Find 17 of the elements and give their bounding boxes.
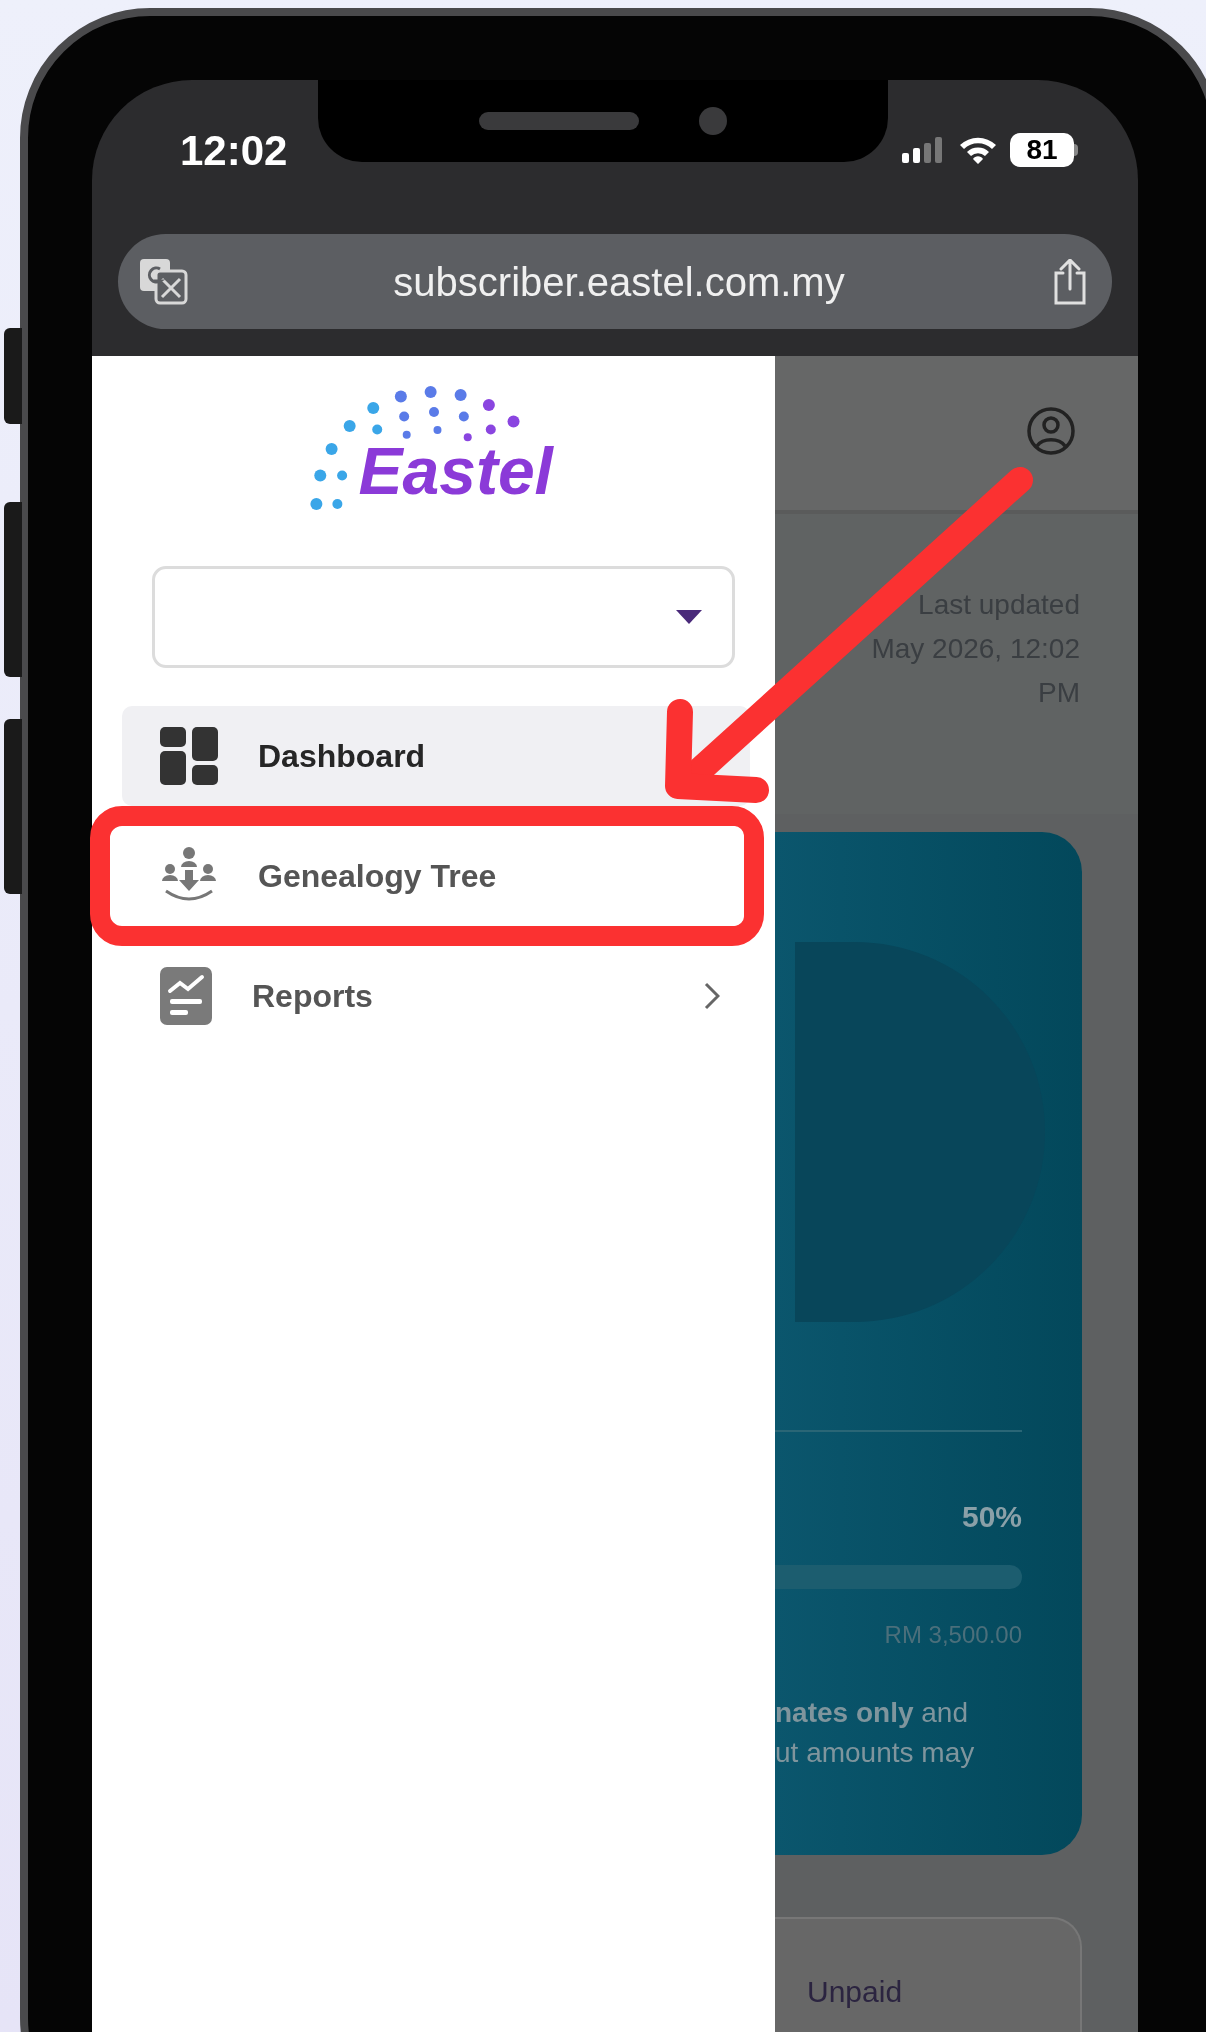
wifi-icon xyxy=(958,135,998,165)
menu-item[interactable]: Dashboard xyxy=(122,706,750,806)
profile-icon[interactable] xyxy=(1026,406,1076,456)
disclaimer-text: ut amounts may xyxy=(775,1736,975,1770)
report-chart-icon xyxy=(160,967,212,1025)
url-text: subscriber.eastel.com.my xyxy=(392,258,846,306)
unpaid-label: Unpaid xyxy=(807,1975,903,2008)
eastel-logo: Eastel xyxy=(308,386,579,511)
translate-icon[interactable] xyxy=(140,258,188,305)
chevron-right-icon xyxy=(704,982,720,1010)
address-bar[interactable]: subscriber.eastel.com.my xyxy=(118,234,1112,329)
disclaimer-text: nates only and xyxy=(775,1696,969,1730)
amount-text: RM 3,500.00 xyxy=(884,1620,1022,1650)
percent-text: 50% xyxy=(961,1499,1022,1535)
dashboard-grid-icon xyxy=(160,727,218,785)
caret-down-icon xyxy=(676,610,702,624)
status-time: 12:02 xyxy=(180,125,288,176)
